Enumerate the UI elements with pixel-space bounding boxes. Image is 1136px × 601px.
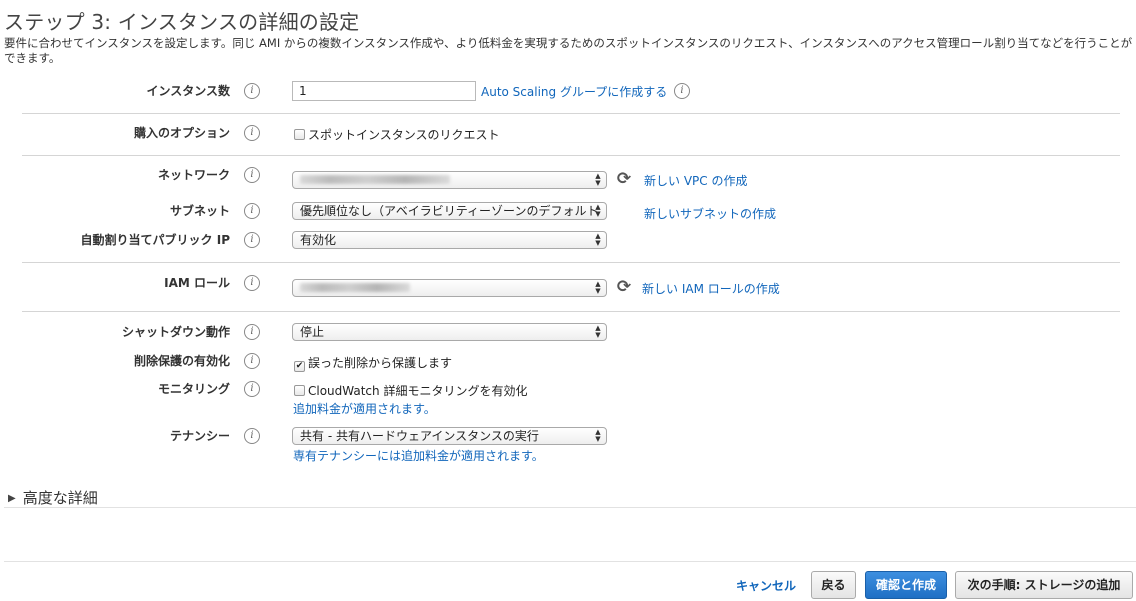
subnet-select-value: 優先順位なし（アベイラビリティーゾーンのデフォルト [300,204,599,218]
auto-assign-ip-select[interactable]: 有効化 ▲ ▼ [292,231,607,249]
iam-role-label: IAM ロール [164,276,230,290]
divider [4,561,1136,562]
spot-request-checkbox-group[interactable]: スポットインスタンスのリクエスト [294,126,500,143]
divider [22,262,1120,263]
select-arrows-icon: ▲ ▼ [595,203,601,218]
back-button[interactable]: 戻る [811,571,856,599]
next-add-storage-button[interactable]: 次の手順: ストレージの追加 [955,571,1133,599]
select-arrows-icon: ▲ ▼ [595,232,601,247]
termination-protection-checkbox-label: 誤った削除から保護します [308,356,453,370]
info-icon[interactable]: i [244,381,260,397]
select-arrows-icon: ▲ ▼ [595,428,601,443]
cancel-link[interactable]: キャンセル [736,577,796,594]
divider [22,311,1120,312]
auto-scaling-link[interactable]: Auto Scaling グループに作成する [481,83,667,100]
spot-request-checkbox[interactable] [294,129,305,140]
tenancy-value: 共有 - 共有ハードウェアインスタンスの実行 [300,429,539,443]
refresh-icon[interactable]: ⟳ [615,170,633,188]
create-iam-role-link[interactable]: 新しい IAM ロールの作成 [642,280,780,297]
monitoring-checkbox[interactable] [294,385,305,396]
row-termination-protection: 削除保護の有効化 i ✔ 誤った削除から保護します [0,351,1136,372]
select-arrows-icon: ▲ ▼ [595,324,601,339]
instance-count-label: インスタンス数 [146,84,230,98]
page-description: 要件に合わせてインスタンスを設定します。同じ AMI からの複数インスタンス作成… [4,36,1133,65]
termination-protection-checkbox[interactable]: ✔ [294,361,305,372]
info-icon[interactable]: i [674,83,690,99]
monitoring-pricing-link[interactable]: 追加料金が適用されます。 [293,400,436,417]
refresh-icon[interactable]: ⟳ [615,278,633,296]
network-label: ネットワーク [157,168,230,182]
subnet-select[interactable]: 優先順位なし（アベイラビリティーゾーンのデフォルト ▲ ▼ [292,202,607,220]
review-and-launch-button[interactable]: 確認と作成 [865,571,947,599]
auto-assign-ip-value: 有効化 [300,233,337,247]
spot-request-label: スポットインスタンスのリクエスト [308,128,500,142]
advanced-details-toggle[interactable]: ▶ 高度な詳細 [8,487,98,508]
row-purchase-option: 購入のオプション i スポットインスタンスのリクエスト [0,123,1136,143]
info-icon[interactable]: i [244,232,260,248]
termination-protection-checkbox-group[interactable]: ✔ 誤った削除から保護します [294,354,452,372]
page-title: ステップ 3: インスタンスの詳細の設定 [4,10,360,34]
triangle-right-icon: ▶ [8,493,16,504]
monitoring-label: モニタリング [157,382,230,396]
auto-assign-ip-label: 自動割り当てパブリック IP [80,233,230,247]
info-icon[interactable]: i [244,324,260,340]
info-icon[interactable]: i [244,125,260,141]
shutdown-select[interactable]: 停止 ▲ ▼ [292,323,607,341]
info-icon[interactable]: i [244,167,260,183]
create-vpc-link[interactable]: 新しい VPC の作成 [644,172,747,189]
divider [4,507,1136,508]
tenancy-label: テナンシー [169,429,230,443]
tenancy-pricing-link[interactable]: 専有テナンシーには追加料金が適用されます。 [293,447,544,464]
select-arrows-icon: ▲ ▼ [595,280,601,295]
advanced-details-label: 高度な詳細 [22,489,98,507]
termination-protection-label: 削除保護の有効化 [133,354,230,368]
create-subnet-link[interactable]: 新しいサブネットの作成 [644,205,776,222]
instance-count-input[interactable] [292,81,476,101]
info-icon[interactable]: i [244,428,260,444]
info-icon[interactable]: i [244,203,260,219]
divider [22,155,1120,156]
redacted-network-value [300,175,450,184]
shutdown-label: シャットダウン動作 [121,325,230,339]
select-arrows-icon: ▲ ▼ [595,172,601,187]
redacted-iam-role-value [300,283,410,292]
row-monitoring: モニタリング i CloudWatch 詳細モニタリングを有効化 [0,379,1136,399]
divider [22,113,1120,114]
iam-role-select[interactable]: ▲ ▼ [292,279,607,297]
network-select[interactable]: ▲ ▼ [292,171,607,189]
info-icon[interactable]: i [244,353,260,369]
monitoring-checkbox-label: CloudWatch 詳細モニタリングを有効化 [308,384,528,398]
subnet-label: サブネット [169,204,230,218]
row-instance-count: インスタンス数 i Auto Scaling グループに作成する i [0,81,1136,101]
monitoring-checkbox-group[interactable]: CloudWatch 詳細モニタリングを有効化 [294,382,527,399]
shutdown-value: 停止 [300,325,325,339]
info-icon[interactable]: i [244,275,260,291]
tenancy-select[interactable]: 共有 - 共有ハードウェアインスタンスの実行 ▲ ▼ [292,427,607,445]
purchase-option-label: 購入のオプション [133,126,230,140]
info-icon[interactable]: i [244,83,260,99]
